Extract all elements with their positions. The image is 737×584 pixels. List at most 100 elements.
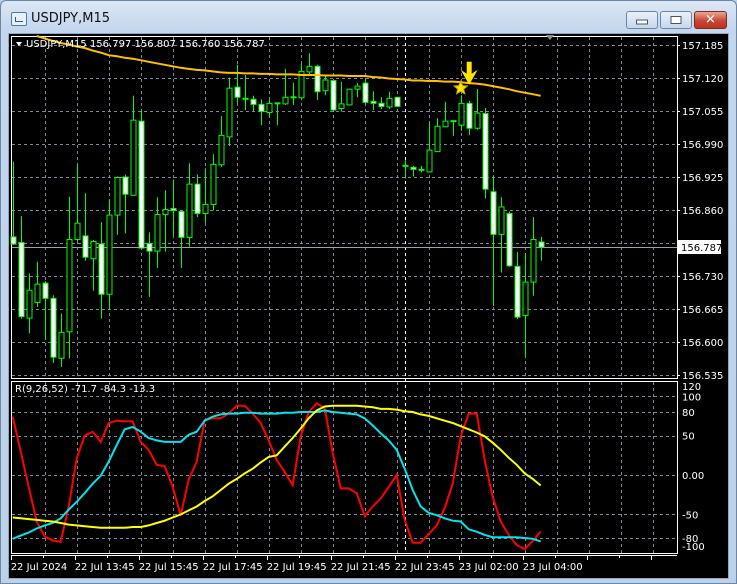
candle [66,196,73,359]
candle [250,95,257,112]
candle [402,160,409,179]
main-plot-frame [11,36,678,379]
candle [314,64,321,100]
time-axis-label: 23 Jul 02:00 [459,562,519,573]
candle-body [98,243,105,295]
candle [522,253,529,358]
candle [322,76,329,96]
candle [82,193,89,261]
candle-body [394,96,401,107]
candle-body [218,134,225,166]
time-axis-label: 22 Jul 21:45 [331,562,391,573]
indicator-axis-label: 50 [682,432,695,443]
candle [338,82,345,112]
chart-menu-triangle-icon[interactable] [16,42,22,46]
indicator-label: R(9,26,52) -71.7 -84.3 -13.3 [15,384,155,395]
candle-body [314,65,321,93]
candle-body [442,120,449,128]
candle [210,154,217,211]
candle-body [50,297,57,358]
candle [458,95,465,131]
indicator-axis-label: -50 [682,510,698,521]
candle-body [426,149,433,173]
candle-body [522,281,529,317]
candle [106,199,113,310]
candle [306,53,313,75]
price-axis-label: 157.120 [682,74,723,85]
candle-body [530,238,537,283]
candle [50,295,57,363]
candle-body [146,243,153,252]
candle [490,174,497,306]
candle-body [386,97,393,108]
price-axis-label: 156.535 [682,371,723,382]
price-axis-label: 157.185 [682,41,723,52]
indicator-axis-label: 80 [682,408,695,419]
candle-body [58,331,65,359]
chart-shift-marker-icon[interactable] [546,35,554,40]
candle-body [234,86,241,98]
candle-body [338,103,345,109]
time-axis-label: 22 Jul 17:45 [203,562,263,573]
candle [386,91,393,109]
candle-body [266,102,273,114]
candle-body [90,240,97,260]
candle-body [138,120,145,249]
price-axis-label: 156.730 [682,272,723,283]
candle-body [258,103,265,113]
time-axis-label: 22 Jul 15:45 [139,562,199,573]
candle-body [42,282,49,299]
candle [122,174,129,234]
candle [162,190,169,252]
candle-body [346,88,353,106]
time-axis-label: 22 Jul 13:45 [75,562,135,573]
candle-body [178,211,185,238]
candle-body [154,214,161,252]
candle [474,89,481,130]
candle-body [474,112,481,129]
price-chart[interactable]: 157.185 157.120 157.055 156.990 156.925 156.8… [0,0,737,584]
candle-body [410,166,417,170]
candle-body [306,65,313,73]
price-axis-label: 156.925 [682,173,723,184]
candle-body [538,241,545,248]
candle [178,210,185,268]
candle [370,91,377,110]
candle [90,239,97,291]
candle-body [490,191,497,235]
candle-body [354,85,361,90]
grid-lines [12,37,677,553]
candle [130,95,137,196]
candle [266,99,273,117]
candle [98,222,105,319]
price-axis-label: 156.860 [682,206,723,217]
candle-body [122,176,129,195]
candle [274,102,281,126]
candle [26,273,33,334]
candle [378,97,385,109]
current-price-label: 156.787 [681,243,722,254]
candle [482,107,489,199]
candle [538,236,545,261]
candle-body [162,208,169,216]
candle-body [82,235,89,258]
candle [226,77,233,147]
indicator-axis-label: -100 [682,542,705,553]
candle-body [362,82,369,103]
candle-body [186,183,193,238]
candle-body [514,265,521,318]
candle [114,176,121,235]
candle [394,96,401,107]
candle [418,165,425,173]
indicator-axis-label: 100 [682,392,701,403]
candle-body [34,283,41,303]
candle-body [10,236,17,245]
time-axis-label: 23 Jul 04:00 [523,562,583,573]
candle [346,88,353,106]
signals [452,61,478,95]
time-axis-label: 22 Jul 19:45 [267,562,327,573]
candle-body [226,87,233,138]
candle-body [26,289,33,319]
candle [234,64,241,104]
candle [354,83,361,98]
